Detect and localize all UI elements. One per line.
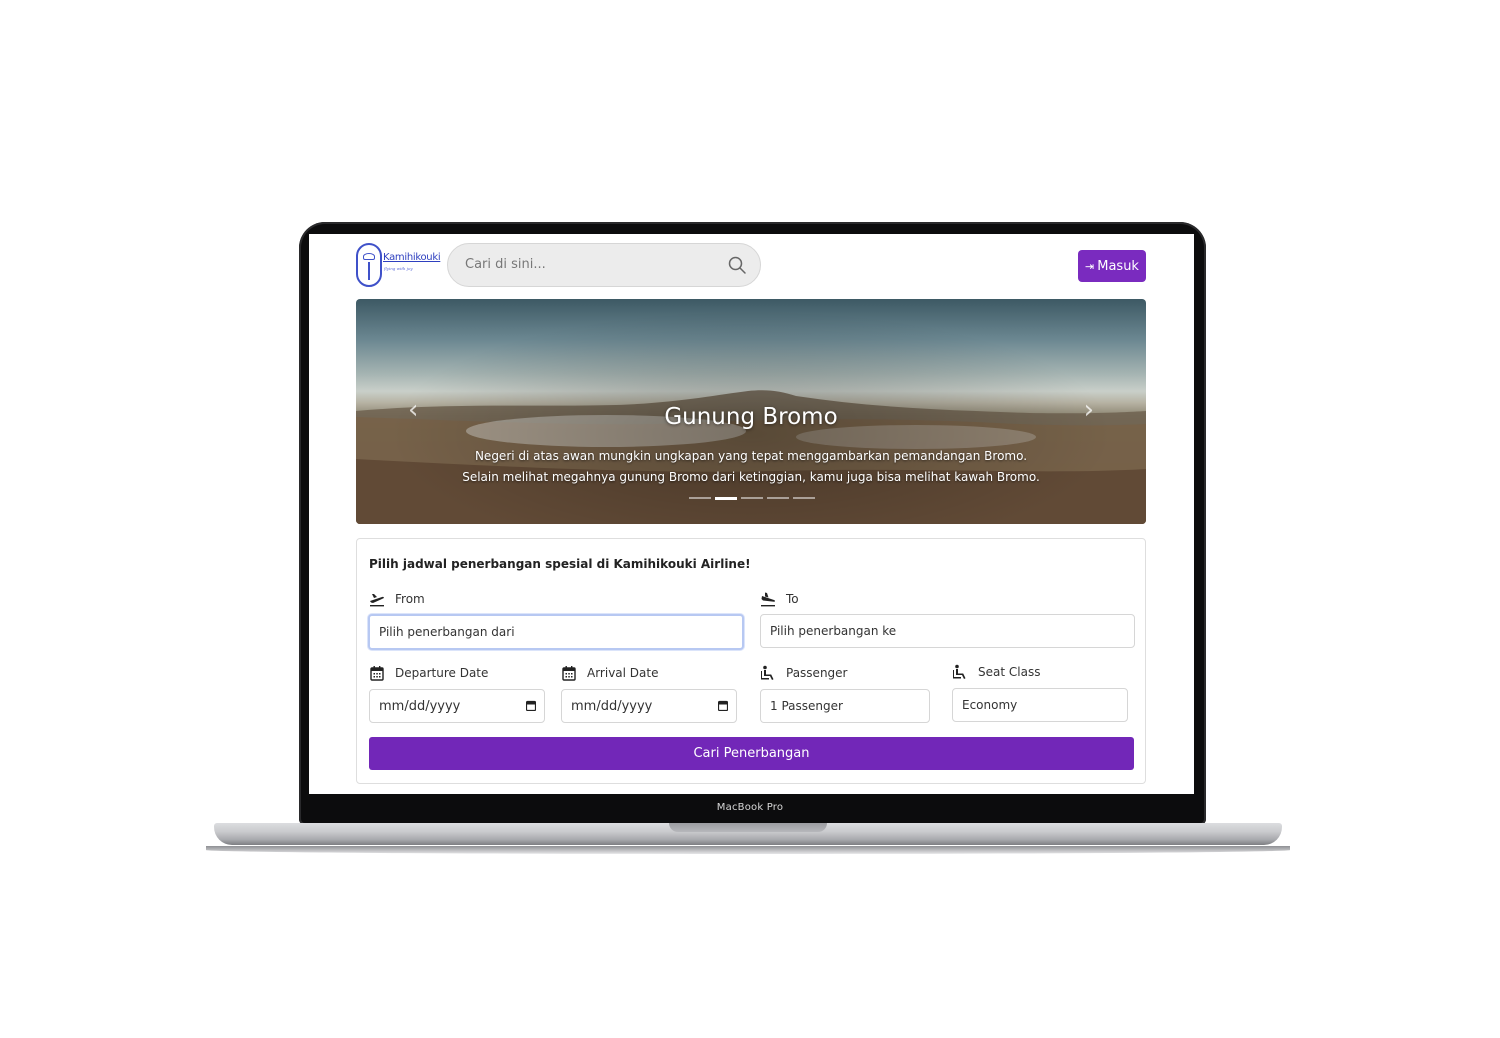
logo-icon [356,243,382,287]
laptop-base-shadow [206,846,1290,854]
calendar-picker-icon[interactable] [526,700,536,711]
logo-tagline: flying with joy [384,266,413,271]
from-input[interactable]: Pilih penerbangan dari [368,614,744,650]
navbar: Kamihikouki flying with joy Cari di sini… [309,234,1194,296]
login-icon: ⇥ [1085,259,1095,273]
seat-class-input[interactable]: Economy [952,688,1128,722]
departure-label-text: Departure Date [395,666,489,680]
carousel-indicator[interactable] [689,497,711,499]
carousel-indicator-active[interactable] [715,497,737,500]
login-label: Masuk [1097,258,1139,274]
arrival-label: Arrival Date [561,665,658,681]
from-label: From [369,591,425,607]
carousel-caption-line1: Negeri di atas awan mungkin ungkapan yan… [474,449,1028,463]
carousel-indicator[interactable] [793,497,815,499]
calendar-picker-icon[interactable] [718,700,728,711]
logo-name: Kamihikouki [383,252,441,263]
search-placeholder: Cari di sini... [465,257,546,272]
calendar-icon [562,666,576,681]
carousel-indicator[interactable] [741,497,763,499]
seat-icon [761,665,774,680]
screen: Kamihikouki flying with joy Cari di sini… [309,234,1194,794]
flight-search-card: Pilih jadwal penerbangan spesial di Kami… [356,538,1146,784]
seat-icon [953,664,966,679]
seat-class-label: Seat Class [952,664,1040,680]
arrival-date-value: mm/dd/yyyy [571,698,653,714]
passenger-label-text: Passenger [786,666,848,680]
carousel-title: Gunung Bromo [664,404,838,430]
device-model-label: MacBook Pro [716,802,784,813]
from-label-text: From [395,592,425,606]
carousel-caption: Negeri di atas awan mungkin ungkapan yan… [356,446,1146,488]
search-icon[interactable] [727,255,747,275]
arrival-date-input[interactable]: mm/dd/yyyy [561,689,737,723]
plane-arrival-icon [761,592,776,607]
departure-date-input[interactable]: mm/dd/yyyy [369,689,545,723]
plane-departure-icon [370,594,384,607]
to-input-value: Pilih penerbangan ke [770,624,897,638]
carousel-caption-line2: Selain melihat megahnya gunung Bromo dar… [462,470,1040,484]
departure-date-value: mm/dd/yyyy [379,698,461,714]
search-flight-button[interactable]: Cari Penerbangan [369,737,1134,770]
arrival-label-text: Arrival Date [587,666,659,680]
hero-carousel: ‹ › Gunung Bromo Negeri di atas awan mun… [356,299,1146,524]
passenger-input[interactable]: 1 Passenger [760,689,930,723]
login-button[interactable]: ⇥ Masuk [1078,250,1146,282]
from-input-value: Pilih penerbangan dari [379,625,515,639]
passenger-label: Passenger [760,665,847,681]
departure-label: Departure Date [369,665,488,681]
logo[interactable]: Kamihikouki flying with joy [356,243,441,289]
passenger-value: 1 Passenger [770,699,843,713]
carousel-indicators [689,497,815,500]
laptop-notch [669,823,827,832]
search-input[interactable]: Cari di sini... [447,243,761,287]
seat-class-label-text: Seat Class [978,665,1041,679]
to-label-text: To [786,592,799,606]
to-input[interactable]: Pilih penerbangan ke [760,614,1135,648]
search-flight-button-label: Cari Penerbangan [693,746,810,761]
seat-class-value: Economy [962,698,1018,712]
to-label: To [760,591,799,607]
calendar-icon [370,666,384,681]
carousel-indicator[interactable] [767,497,789,499]
form-title: Pilih jadwal penerbangan spesial di Kami… [369,557,751,571]
